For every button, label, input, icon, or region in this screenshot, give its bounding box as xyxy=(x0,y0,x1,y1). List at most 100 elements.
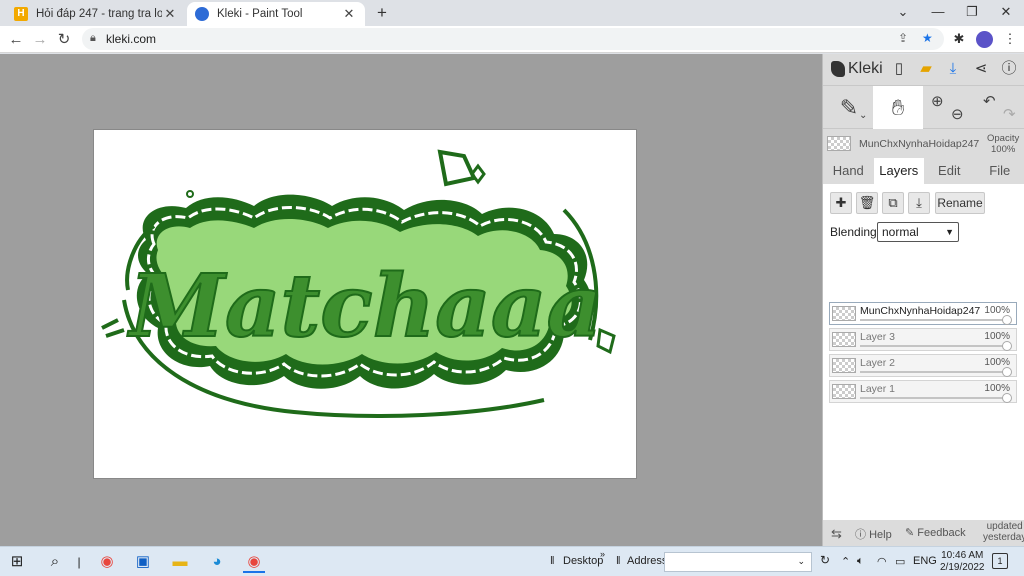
toolbar-expand-icon[interactable]: » xyxy=(600,549,605,559)
back-button[interactable]: ← xyxy=(5,29,27,51)
chevron-down-icon[interactable]: ⌄ xyxy=(859,110,867,121)
brush-tool-icon[interactable]: ✎ xyxy=(827,86,871,129)
tab-hand[interactable]: Hand xyxy=(823,158,874,184)
task-view-separator: | xyxy=(77,555,81,569)
profile-avatar[interactable] xyxy=(976,31,993,48)
desktop-toolbar-label[interactable]: Desktop xyxy=(563,555,603,567)
chevron-down-icon[interactable]: ⌄ xyxy=(797,556,805,567)
layer-name: MunChxNynhaHoidap247 xyxy=(860,305,981,317)
system-clock[interactable]: 10:46 AM 2/19/2022 xyxy=(940,550,985,574)
tab-layers[interactable]: Layers xyxy=(873,158,924,184)
menu-kebab-icon[interactable]: ⋮ xyxy=(1002,31,1018,47)
layer-row[interactable]: MunChxNynhaHoidap247 100% xyxy=(829,302,1017,325)
file-explorer-icon[interactable]: ▬ xyxy=(169,551,191,573)
edge-icon[interactable]: ◕ xyxy=(206,551,228,573)
help-link[interactable]: ⓘ Help xyxy=(855,526,892,542)
kleki-side-panel: Kleki ▯ ▰ ⤓ ⋖ ⓘ ✎ ⌄ ✋︎ ⊕ ⊖ ↶ ↷ MunChxNyn… xyxy=(822,54,1024,546)
tab-kleki[interactable]: Kleki - Paint Tool ✕ xyxy=(187,2,365,26)
close-icon[interactable]: ✕ xyxy=(341,6,357,22)
layer-opacity-slider[interactable] xyxy=(860,345,1008,347)
layer-opacity-slider-knob[interactable] xyxy=(1002,315,1012,325)
updated-note[interactable]: updated yesterday xyxy=(983,521,1024,543)
layers-panel: ✚ 🗑︎ ⧉ ⤓ Rename Blending normal ▼ MunChx… xyxy=(823,184,1024,524)
kleki-header: Kleki ▯ ▰ ⤓ ⋖ ⓘ xyxy=(823,54,1024,84)
kleki-logo[interactable]: Kleki xyxy=(831,60,883,78)
blending-select[interactable]: normal ▼ xyxy=(877,222,959,242)
delete-layer-button[interactable]: 🗑︎ xyxy=(856,192,878,214)
tab-title: Hỏi đáp 247 - trang tra loi xyxy=(36,8,162,20)
layer-thumbnail xyxy=(832,358,856,373)
close-icon[interactable]: ✕ xyxy=(162,6,178,22)
minimize-button[interactable]: — xyxy=(921,0,955,24)
window-close-button[interactable]: ✕ xyxy=(989,0,1023,24)
merge-down-button[interactable]: ⤓ xyxy=(908,192,930,214)
panel-footer: ⇆ ⓘ Help ✎ Feedback updated yesterday xyxy=(823,520,1024,546)
layer-opacity-slider[interactable] xyxy=(860,319,1008,321)
new-tab-button[interactable]: + xyxy=(372,3,392,23)
zoom-in-icon[interactable]: ⊕ xyxy=(931,92,944,110)
download-icon[interactable]: ⤓ xyxy=(943,59,963,79)
input-language[interactable]: ENG xyxy=(913,555,937,567)
bookmark-star-icon[interactable]: ★ xyxy=(922,31,933,45)
chrome-icon[interactable]: ◉ xyxy=(96,551,118,573)
add-layer-button[interactable]: ✚ xyxy=(830,192,852,214)
chrome-active-icon[interactable]: ◉ xyxy=(243,551,265,573)
restore-button[interactable]: ❐ xyxy=(955,0,989,24)
extensions-puzzle-icon[interactable]: ✱ xyxy=(951,31,967,47)
forward-button[interactable]: → xyxy=(29,29,51,51)
canvas-workspace[interactable]: Matchaaa xyxy=(0,54,822,546)
store-icon[interactable]: ▣ xyxy=(132,551,154,573)
blending-label: Blending xyxy=(830,225,877,239)
tab-edit[interactable]: Edit xyxy=(924,158,975,184)
layer-opacity-slider-knob[interactable] xyxy=(1002,393,1012,403)
taskbar-address-input[interactable]: ⌄ xyxy=(664,552,812,572)
open-folder-icon[interactable]: ▰ xyxy=(916,59,936,79)
drawing-canvas[interactable]: Matchaaa xyxy=(94,130,636,478)
layer-row[interactable]: Layer 1 100% xyxy=(829,380,1017,403)
tab-title: Kleki - Paint Tool xyxy=(217,8,303,20)
lock-icon: 🔒︎ xyxy=(90,32,96,44)
windows-start-icon[interactable]: ⊞ xyxy=(6,551,28,573)
matcha-artwork: Matchaaa xyxy=(101,149,616,418)
panel-tabs: Hand Layers Edit File xyxy=(823,158,1024,184)
hoidap-favicon-icon: H xyxy=(14,7,28,21)
volume-icon[interactable]: 🔈︎ xyxy=(857,555,864,568)
layer-opacity-slider[interactable] xyxy=(860,397,1008,399)
layer-name: Layer 3 xyxy=(860,331,896,343)
help-icon[interactable]: ⓘ xyxy=(999,59,1019,79)
tab-file[interactable]: File xyxy=(975,158,1024,184)
duplicate-layer-button[interactable]: ⧉ xyxy=(882,192,904,214)
notification-center-icon[interactable]: 1 xyxy=(992,553,1008,569)
tray-chevron-up-icon[interactable]: ⌃ xyxy=(841,555,850,568)
share-icon[interactable]: ⋖ xyxy=(971,59,991,79)
tab-hoidap[interactable]: H Hỏi đáp 247 - trang tra loi ✕ xyxy=(6,2,186,26)
layer-opacity-slider-knob[interactable] xyxy=(1002,341,1012,351)
clock-date: 2/19/2022 xyxy=(940,562,985,573)
layer-opacity-slider-knob[interactable] xyxy=(1002,367,1012,377)
battery-icon[interactable]: ▭ xyxy=(895,555,905,568)
tab-search-chevron-icon[interactable]: ⌄ xyxy=(886,0,920,24)
current-layer-name: MunChxNynhaHoidap247 xyxy=(859,138,980,150)
hand-tool-icon[interactable]: ✋︎ xyxy=(873,86,923,129)
wifi-icon[interactable]: ◠ xyxy=(877,555,887,568)
redo-icon[interactable]: ↷ xyxy=(1003,105,1016,123)
new-image-icon[interactable]: ▯ xyxy=(889,59,909,79)
share-icon[interactable]: ⇪ xyxy=(898,31,908,45)
undo-icon[interactable]: ↶ xyxy=(983,92,996,110)
kleki-logo-icon xyxy=(831,61,845,77)
feedback-label: Feedback xyxy=(917,527,966,539)
layer-opacity-slider[interactable] xyxy=(860,371,1008,373)
reload-button[interactable]: ↻ xyxy=(53,29,75,51)
url-text: kleki.com xyxy=(106,32,157,46)
feedback-link[interactable]: ✎ Feedback xyxy=(905,526,966,539)
address-bar[interactable]: 🔒︎ kleki.com ⇪ ★ xyxy=(82,28,944,50)
go-refresh-icon[interactable]: ↻ xyxy=(820,553,830,567)
search-icon[interactable]: ⌕ xyxy=(44,551,66,573)
rename-layer-button[interactable]: Rename xyxy=(935,192,985,214)
layer-row[interactable]: Layer 2 100% xyxy=(829,354,1017,377)
zoom-out-icon[interactable]: ⊖ xyxy=(951,105,964,123)
swap-sides-icon[interactable]: ⇆ xyxy=(831,526,842,542)
layer-row[interactable]: Layer 3 100% xyxy=(829,328,1017,351)
clock-time: 10:46 AM xyxy=(941,550,984,561)
chevron-down-icon: ▼ xyxy=(945,227,954,237)
